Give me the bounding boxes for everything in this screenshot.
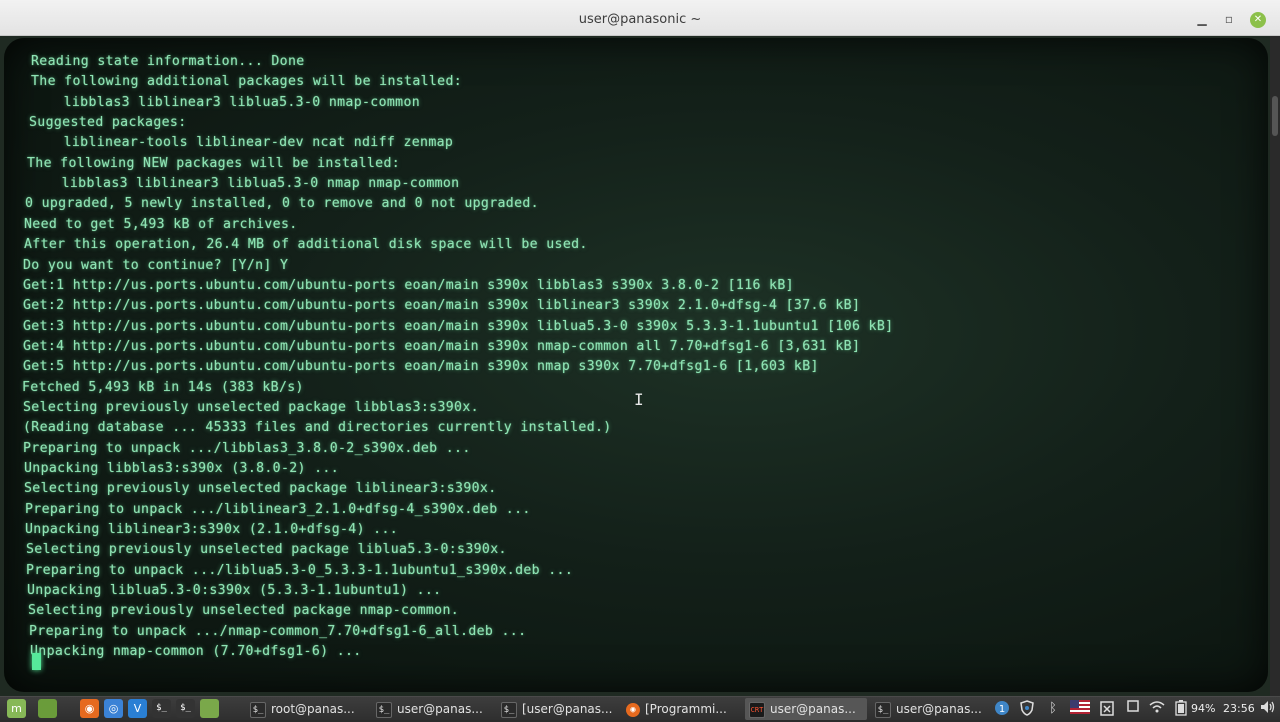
firefox-icon[interactable]: ◉ <box>80 699 99 718</box>
window-titlebar[interactable]: user@panasonic ~ ▁ ▫ ✕ <box>0 0 1280 36</box>
terminal-line: libblas3 liblinear3 liblua5.3-0 nmap nma… <box>45 176 460 192</box>
shield-icon[interactable] <box>1019 700 1035 718</box>
terminal-line: Preparing to unpack .../liblua5.3-0_5.3.… <box>26 562 574 578</box>
terminal-line: The following NEW packages will be insta… <box>27 155 401 171</box>
terminal-line: Selecting previously unselected package … <box>28 603 460 619</box>
taskbar: m ◉ ◎ V $_ $_ $_ root@panas... $_ user@panas... $… <box>0 696 1280 720</box>
terminal-line: Selecting previously unselected package … <box>26 542 507 558</box>
taskbar-task[interactable]: ◉ [Programmi... <box>622 698 744 720</box>
terminal-line: Suggested packages: <box>29 115 187 131</box>
show-desktop-icon[interactable] <box>38 699 57 718</box>
wifi-icon[interactable] <box>1148 700 1166 718</box>
terminal-line: 0 upgraded, 5 newly installed, 0 to remo… <box>25 196 539 212</box>
battery-percent: 94% <box>1191 702 1216 715</box>
terminal-icon: $_ <box>376 701 392 718</box>
stop-icon[interactable] <box>1125 700 1141 718</box>
terminal-line: Get:1 http://us.ports.ubuntu.com/ubuntu-… <box>23 277 794 293</box>
terminal-screen[interactable]: Reading state information... Done The fol… <box>4 38 1268 692</box>
terminal-line: (Reading database ... 45333 files and di… <box>23 420 612 436</box>
clipboard-icon[interactable] <box>1099 700 1115 718</box>
chrome-icon[interactable]: ◎ <box>104 699 123 718</box>
terminal-line: Fetched 5,493 kB in 14s (383 kB/s) <box>22 379 304 395</box>
taskbar-task[interactable]: $_ root@panas... <box>246 698 368 720</box>
taskbar-task-label: user@panas... <box>896 702 982 716</box>
terminal-icon[interactable]: $_ <box>152 699 171 718</box>
terminal-icon: $_ <box>875 701 891 718</box>
window-title: user@panasonic ~ <box>578 12 702 27</box>
keyboard-layout-icon[interactable] <box>1070 700 1090 718</box>
maximize-button[interactable]: ▫ <box>1220 10 1238 28</box>
terminal-line: Get:5 http://us.ports.ubuntu.com/ubuntu-… <box>23 359 819 375</box>
vscode-icon[interactable]: V <box>128 699 147 718</box>
menu-icon[interactable]: m <box>7 699 26 718</box>
taskbar-task-label: [user@panas... <box>522 702 613 716</box>
terminal-line: Selecting previously unselected package … <box>23 399 479 415</box>
taskbar-task[interactable]: CRT user@panas... <box>745 698 867 720</box>
close-button[interactable]: ✕ <box>1250 12 1266 28</box>
text-cursor-icon: I <box>634 390 644 409</box>
minimize-button[interactable]: ▁ <box>1193 10 1211 28</box>
volume-icon[interactable] <box>1260 700 1276 718</box>
terminal-line: Do you want to continue? [Y/n] Y <box>23 257 289 273</box>
terminal-icon: $_ <box>250 701 266 718</box>
files-icon[interactable] <box>200 699 219 718</box>
update-icon[interactable]: 1 <box>994 700 1010 718</box>
clock[interactable]: 23:56 <box>1223 699 1255 719</box>
terminal-line: Get:4 http://us.ports.ubuntu.com/ubuntu-… <box>23 338 861 354</box>
terminal-line: Get:3 http://us.ports.ubuntu.com/ubuntu-… <box>23 318 894 334</box>
terminal-line: Preparing to unpack .../nmap-common_7.70… <box>29 623 527 639</box>
terminal-line: Get:2 http://us.ports.ubuntu.com/ubuntu-… <box>23 298 861 314</box>
terminal-line: Reading state information... Done <box>31 54 305 69</box>
terminal-line: Selecting previously unselected package … <box>24 481 497 497</box>
bluetooth-icon[interactable]: ᛒ <box>1046 700 1060 718</box>
terminal-alt-icon[interactable]: $_ <box>176 699 195 718</box>
firefox-icon: ◉ <box>626 702 640 717</box>
terminal-cursor <box>32 653 41 670</box>
terminal-line: Preparing to unpack .../liblinear3_2.1.0… <box>25 501 531 517</box>
terminal-line: Unpacking libblas3:s390x (3.8.0-2) ... <box>24 461 340 476</box>
battery-icon[interactable] <box>1174 700 1188 718</box>
taskbar-task[interactable]: $_ user@panas... <box>871 698 993 720</box>
terminal-line: After this operation, 26.4 MB of additio… <box>24 237 588 253</box>
taskbar-task-label: user@panas... <box>397 702 483 716</box>
terminal-scrollbar[interactable] <box>1270 36 1280 696</box>
terminal-line: liblinear-tools liblinear-dev ncat ndiff… <box>47 135 454 151</box>
terminal-line: Unpacking nmap-common (7.70+dfsg1-6) ... <box>30 644 362 660</box>
taskbar-task-label: user@panas... <box>770 702 856 716</box>
terminal-line: Need to get 5,493 kB of archives. <box>24 216 298 232</box>
taskbar-task[interactable]: $_ [user@panas... <box>497 698 619 720</box>
terminal-line: The following additional packages will b… <box>31 74 463 90</box>
taskbar-task-label: root@panas... <box>271 702 355 716</box>
taskbar-task-label: [Programmi... <box>645 702 727 716</box>
scrollbar-thumb[interactable] <box>1272 96 1278 136</box>
svg-text:1: 1 <box>999 704 1005 715</box>
taskbar-task[interactable]: $_ user@panas... <box>372 698 494 720</box>
cool-retro-term-icon: CRT <box>749 701 765 718</box>
terminal-line: Unpacking liblinear3:s390x (2.1.0+dfsg-4… <box>25 522 399 538</box>
terminal-line: Preparing to unpack .../libblas3_3.8.0-2… <box>23 440 471 456</box>
terminal-line: libblas3 liblinear3 liblua5.3-0 nmap-com… <box>47 94 421 110</box>
terminal-line: Unpacking liblua5.3-0:s390x (5.3.3-1.1ub… <box>27 583 442 599</box>
terminal-icon: $_ <box>501 701 517 718</box>
